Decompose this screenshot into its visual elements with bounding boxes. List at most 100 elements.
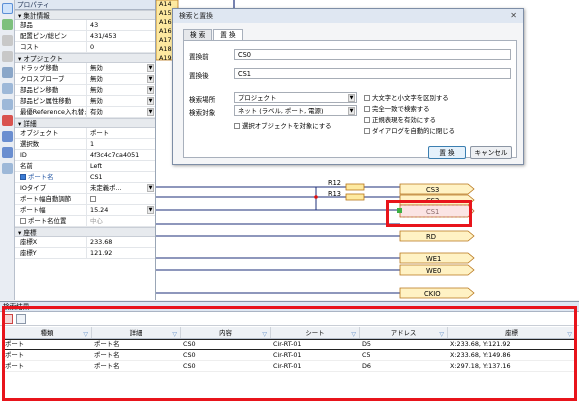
svg-text:CS2: CS2 — [426, 197, 439, 205]
port-cs2: CS2 — [399, 194, 475, 206]
find-replace-dialog: 検索と置換 ✕ 検 索 置 換 置換前 CS0 置換後 CS1 検索場所 プロジ… — [172, 8, 524, 165]
location-label: 検索場所 — [189, 96, 216, 104]
svg-text:WE0: WE0 — [426, 267, 441, 275]
tab-replace[interactable]: 置 換 — [213, 29, 243, 40]
layers-icon[interactable] — [2, 163, 13, 174]
filter-icon[interactable]: ▽ — [567, 329, 572, 341]
col-address: アドレス ▽ — [360, 327, 448, 338]
prop-row-auto-width[interactable]: ポート幅自動調節 — [15, 194, 155, 205]
match-case-checkbox[interactable] — [364, 95, 370, 101]
ic-pin-label: A14 — [159, 0, 172, 8]
auto-close-checkbox[interactable] — [364, 128, 370, 134]
settings-icon[interactable] — [2, 147, 13, 158]
port-name-pos-checkbox[interactable] — [20, 218, 26, 224]
svg-text:CS1: CS1 — [426, 208, 439, 216]
section-object[interactable]: ▾ オプジェクト — [15, 53, 155, 63]
prop-row: 座標X 233.68 — [15, 237, 155, 248]
filter-icon[interactable]: ▽ — [351, 329, 356, 341]
dialog-title: 検索と置換 — [173, 9, 523, 23]
prop-row: オブジェクト ポート — [15, 128, 155, 139]
prop-row: ID 4f3c4c7ca4051 — [15, 150, 155, 161]
chevron-down-icon[interactable]: ▼ — [147, 184, 154, 192]
component-icon[interactable] — [2, 131, 13, 142]
filter-icon[interactable]: ▽ — [83, 329, 88, 341]
forward-icon[interactable] — [2, 35, 13, 46]
option-auto-close[interactable]: ダイアログを自動的に閉じる — [364, 126, 455, 135]
zoom-out-icon[interactable] — [2, 99, 13, 110]
pointer-tool-icon[interactable] — [2, 3, 13, 14]
chevron-down-icon[interactable]: ▼ — [147, 206, 154, 214]
find-input[interactable]: CS0 — [234, 49, 511, 60]
chevron-down-icon[interactable]: ▼ — [147, 64, 154, 72]
prop-row-drag-move[interactable]: ドラッグ移動 無効 ▼ — [15, 63, 155, 74]
chevron-down-icon[interactable]: ▼ — [147, 108, 154, 116]
table-row[interactable]: ポート ポート名 CS0 Cir-RT-01 C5 X:233.68, Y:14… — [3, 350, 575, 361]
port-name-checkbox[interactable] — [20, 174, 26, 180]
svg-text:WE1: WE1 — [426, 255, 441, 263]
replace-input[interactable]: CS1 — [234, 68, 511, 79]
option-regex[interactable]: 正規表現を有効にする — [364, 115, 436, 124]
port-we1: WE1 — [399, 252, 475, 264]
svg-text:CKIO: CKIO — [424, 290, 441, 298]
prop-row: 配置ピン/総ピン 431/453 — [15, 31, 155, 42]
replace-label: 置換後 — [189, 72, 209, 80]
wire-tool-icon[interactable] — [2, 19, 13, 30]
prop-row-port-width[interactable]: ポート幅 15.24 ▼ — [15, 205, 155, 216]
results-toolbar — [0, 312, 579, 326]
section-coords[interactable]: ▾ 座標 — [15, 227, 155, 237]
chevron-down-icon[interactable]: ▼ — [348, 107, 355, 115]
chevron-down-icon[interactable]: ▼ — [348, 94, 355, 102]
results-title: 検索結果 — [0, 302, 579, 312]
table-row[interactable]: ポート ポート名 CS0 Cir-RT-01 D6 X:297.18, Y:13… — [3, 361, 575, 372]
prop-row-reference-swap[interactable]: 最優Reference入れ替え 有効 ▼ — [15, 107, 155, 118]
option-match-case[interactable]: 大文字と小文字を区別する — [364, 93, 449, 102]
resistor-label: R12 — [328, 179, 341, 187]
option-whole-match[interactable]: 完全一致で検索する — [364, 104, 430, 113]
auto-width-checkbox[interactable] — [90, 196, 96, 202]
filter-icon[interactable]: ▽ — [262, 329, 267, 341]
prop-row-port-name-pos[interactable]: ポート名位置 中心 — [15, 216, 155, 227]
chevron-down-icon[interactable]: ▼ — [147, 86, 154, 94]
sheet-icon[interactable] — [2, 67, 13, 78]
replace-button[interactable]: 置 換 — [428, 146, 466, 159]
prop-row-name[interactable]: 名前 Left — [15, 161, 155, 172]
resistor-body — [345, 183, 365, 191]
filter-icon[interactable]: ▽ — [172, 329, 177, 341]
section-detail[interactable]: ▾ 詳細 — [15, 118, 155, 128]
prop-row-pin-attr-move[interactable]: 部品ピン属性移動 無効 ▼ — [15, 96, 155, 107]
chevron-down-icon[interactable]: ▼ — [147, 75, 154, 83]
property-panel: プロパティ ▾ 集計情報 部品 43 配置ピン/総ピン 431/453 コスト 0 ▾… — [15, 0, 156, 300]
prop-row-io-type[interactable]: IOタイプ 未定義ポ... ▼ — [15, 183, 155, 194]
prop-row: 選択数 1 — [15, 139, 155, 150]
zoom-in-icon[interactable] — [2, 83, 13, 94]
port-cs3: CS3 — [399, 183, 475, 195]
close-icon[interactable]: ✕ — [510, 11, 517, 20]
port-we0: WE0 — [399, 264, 475, 276]
selected-only-option[interactable]: 選択オブジェクトを対象にする — [234, 121, 332, 130]
col-sheet: シート ▽ — [271, 327, 360, 338]
prop-row-port-name[interactable]: ポート名 CS1 — [15, 172, 155, 183]
prop-row-cross-probe[interactable]: クロスプローブ 無効 ▼ — [15, 74, 155, 85]
find-label: 置換前 — [189, 53, 209, 61]
undo-icon[interactable] — [2, 51, 13, 62]
filter-icon[interactable]: ▽ — [439, 329, 444, 341]
location-select[interactable]: プロジェクト ▼ — [234, 92, 357, 103]
export-results-icon[interactable] — [16, 313, 26, 324]
prop-row: 部品 43 — [15, 20, 155, 31]
cancel-button[interactable]: キャンセル — [470, 146, 512, 159]
fit-icon[interactable] — [2, 115, 13, 126]
ic-pin-label: A15 — [159, 9, 172, 17]
section-summary[interactable]: ▾ 集計情報 — [15, 10, 155, 20]
prop-row-pin-move[interactable]: 部品ピン移動 無効 ▼ — [15, 85, 155, 96]
selected-only-checkbox[interactable] — [234, 123, 240, 129]
table-row[interactable]: ポート ポート名 CS0 Cir-RT-01 D5 X:233.68, Y:12… — [3, 339, 575, 350]
clear-results-icon[interactable] — [3, 313, 13, 324]
whole-match-checkbox[interactable] — [364, 106, 370, 112]
tab-find[interactable]: 検 索 — [183, 29, 213, 40]
col-coords: 座標 ▽ — [448, 327, 575, 338]
regex-checkbox[interactable] — [364, 117, 370, 123]
junction-dot — [314, 195, 318, 199]
prop-row: 座標Y 121.92 — [15, 248, 155, 259]
chevron-down-icon[interactable]: ▼ — [147, 97, 154, 105]
target-select[interactable]: ネット (ラベル, ポート, 電源) ▼ — [234, 105, 357, 116]
